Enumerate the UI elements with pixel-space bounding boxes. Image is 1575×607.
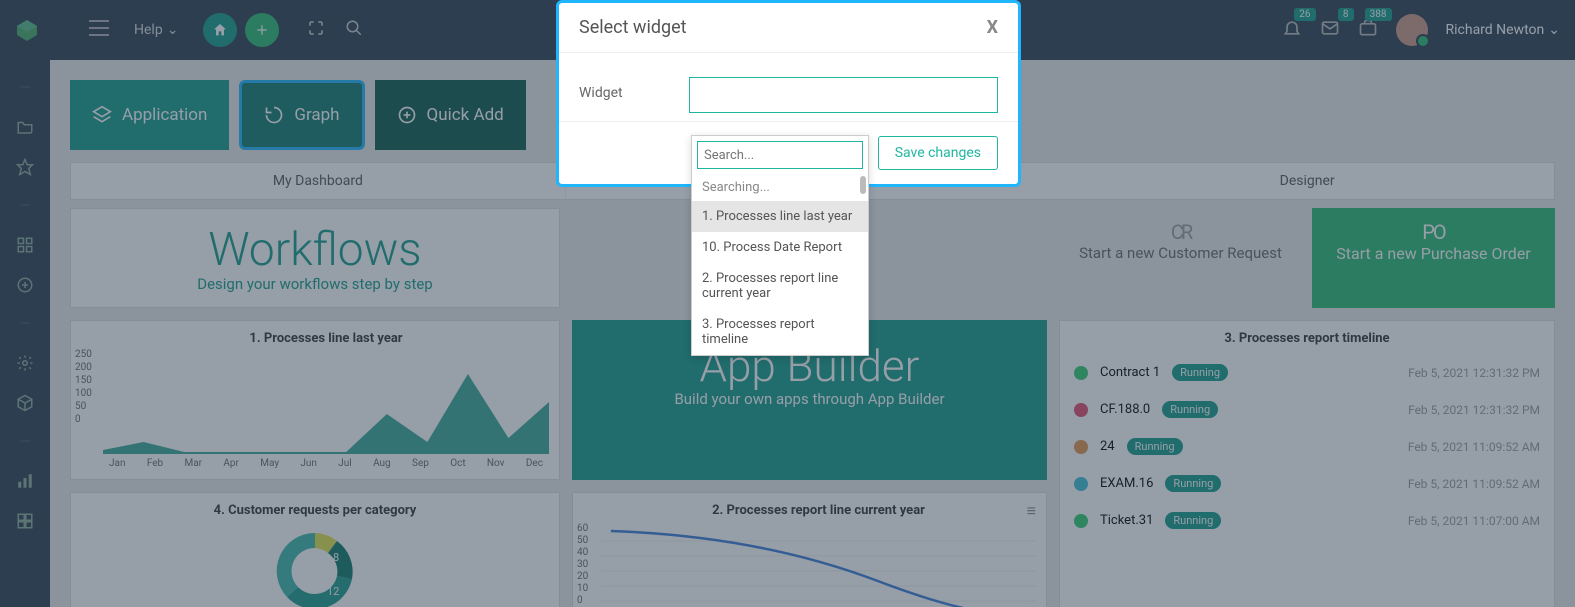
modal-title: Select widget [579, 17, 687, 38]
dropdown-item[interactable]: 10. Process Date Report [692, 232, 868, 263]
widget-field-label: Widget [579, 77, 659, 101]
dropdown-search-input[interactable] [697, 141, 863, 169]
modal-close-x[interactable]: X [987, 17, 998, 38]
dropdown-scrollbar[interactable] [860, 176, 866, 194]
dropdown-item[interactable]: 1. Processes line last year [692, 201, 868, 232]
modal-save-button[interactable]: Save changes [878, 136, 998, 170]
widget-select-input[interactable] [689, 77, 998, 113]
dropdown-item[interactable]: 3. Processes report timeline [692, 309, 868, 355]
dropdown-item[interactable]: 2. Processes report line current year [692, 263, 868, 309]
dropdown-status: Searching... [692, 174, 868, 201]
widget-dropdown: Searching... 1. Processes line last year… [691, 135, 869, 356]
